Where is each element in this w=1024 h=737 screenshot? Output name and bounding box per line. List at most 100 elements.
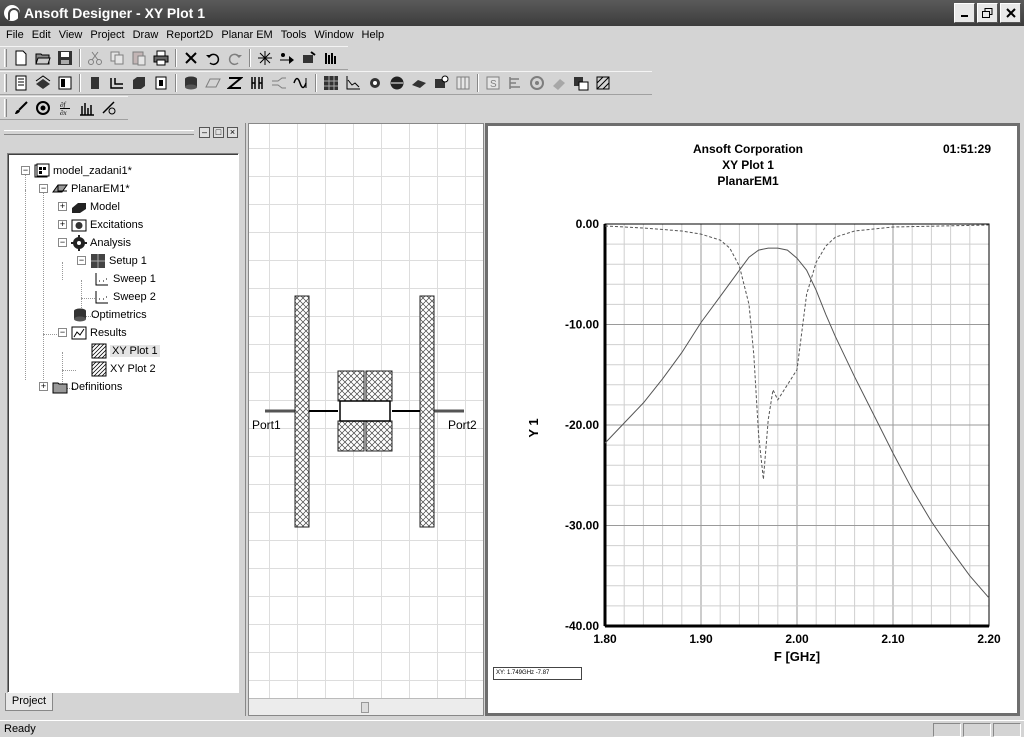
left-resonator[interactable] bbox=[294, 295, 310, 528]
field-button[interactable] bbox=[430, 73, 452, 93]
plot-area[interactable]: Ansoft Corporation XY Plot 1 PlanarEM1 0… bbox=[488, 126, 1017, 713]
tree-item-excitations[interactable]: + Excitations bbox=[53, 216, 143, 234]
collapse-toggle[interactable]: − bbox=[58, 238, 67, 247]
tree-item-analysis[interactable]: − Analysis bbox=[53, 234, 131, 252]
tree-item-project[interactable]: − model_zadani1* bbox=[16, 162, 132, 180]
box-button[interactable] bbox=[128, 73, 150, 93]
taper-button[interactable] bbox=[268, 73, 290, 93]
target-button[interactable] bbox=[526, 73, 548, 93]
menu-tools[interactable]: Tools bbox=[277, 26, 311, 45]
tree-item-results[interactable]: − Results bbox=[53, 324, 127, 342]
report-icon bbox=[15, 75, 27, 91]
cut-button[interactable] bbox=[84, 48, 106, 68]
component-button[interactable] bbox=[84, 73, 106, 93]
circle-tool-button[interactable] bbox=[32, 98, 54, 118]
layout-canvas[interactable]: Port1 Port2 bbox=[249, 124, 484, 700]
tree-item-optimetrics[interactable]: Optimetrics bbox=[72, 306, 147, 324]
delete-button[interactable] bbox=[180, 48, 202, 68]
pad-top-right[interactable] bbox=[365, 370, 393, 402]
copy-button[interactable] bbox=[106, 48, 128, 68]
xy-chart[interactable]: 1.80 1.90 2.00 2.10 2.20 0.00 -10.00 -20.00 -30.… bbox=[488, 126, 1017, 666]
wire-button[interactable] bbox=[106, 73, 128, 93]
analyze-button[interactable] bbox=[298, 48, 320, 68]
print-button[interactable] bbox=[150, 48, 172, 68]
coupled-lines-button[interactable] bbox=[246, 73, 268, 93]
tree-item-design[interactable]: − PlanarEM1* bbox=[34, 180, 130, 198]
cylinder-button[interactable] bbox=[180, 73, 202, 93]
collapse-toggle[interactable]: − bbox=[77, 256, 86, 265]
menu-edit[interactable]: Edit bbox=[28, 26, 55, 45]
analyze-icon bbox=[303, 51, 316, 63]
undo-button[interactable] bbox=[202, 48, 224, 68]
report-button[interactable] bbox=[10, 73, 32, 93]
hatch-button[interactable] bbox=[592, 73, 614, 93]
stackup-button[interactable] bbox=[54, 73, 76, 93]
tree-item-model[interactable]: + Model bbox=[53, 198, 120, 216]
tab-project[interactable]: Project bbox=[5, 693, 53, 711]
tree-item-definitions[interactable]: + Definitions bbox=[34, 378, 122, 396]
right-resonator[interactable] bbox=[419, 295, 435, 528]
panel-minimize-button[interactable]: – bbox=[199, 127, 210, 138]
close-button[interactable] bbox=[1000, 3, 1021, 23]
collapse-toggle[interactable]: − bbox=[39, 184, 48, 193]
tree-item-xy-plot-2[interactable]: XY Plot 2 bbox=[91, 360, 156, 378]
new-button[interactable] bbox=[10, 48, 32, 68]
sinewave-button[interactable] bbox=[290, 73, 312, 93]
menu-report2d[interactable]: Report2D bbox=[162, 26, 217, 45]
histogram-button[interactable] bbox=[76, 98, 98, 118]
table-button[interactable] bbox=[452, 73, 474, 93]
align-button[interactable] bbox=[504, 73, 526, 93]
eraser-button[interactable] bbox=[548, 73, 570, 93]
panel-maximize-button[interactable]: □ bbox=[213, 127, 224, 138]
tree-label-sweep2: Sweep 2 bbox=[113, 291, 156, 303]
via-button[interactable] bbox=[150, 73, 172, 93]
redo-button[interactable] bbox=[224, 48, 246, 68]
pad-bottom-left[interactable] bbox=[337, 420, 365, 452]
xy-plot-button[interactable] bbox=[342, 73, 364, 93]
surface-button[interactable] bbox=[408, 73, 430, 93]
zigzag-button[interactable] bbox=[224, 73, 246, 93]
brush-button[interactable] bbox=[10, 98, 32, 118]
mesh-button[interactable] bbox=[320, 73, 342, 93]
s-param-button[interactable]: S bbox=[482, 73, 504, 93]
layout-horizontal-scrollbar[interactable] bbox=[249, 698, 483, 715]
save-button[interactable] bbox=[54, 48, 76, 68]
smith-chart-button[interactable] bbox=[386, 73, 408, 93]
collapse-toggle[interactable]: − bbox=[21, 166, 30, 175]
menu-planar-em[interactable]: Planar EM bbox=[217, 26, 276, 45]
expand-toggle[interactable]: + bbox=[58, 220, 67, 229]
tree-item-xy-plot-1[interactable]: XY Plot 1 bbox=[91, 342, 160, 360]
menu-window[interactable]: Window bbox=[310, 26, 357, 45]
derivative-button[interactable]: ∂f ∂x bbox=[54, 98, 76, 118]
add-sweep-button[interactable] bbox=[254, 48, 276, 68]
tree-item-sweep1[interactable]: Sweep 1 bbox=[94, 270, 156, 288]
collapse-toggle[interactable]: − bbox=[58, 328, 67, 337]
plane-button[interactable] bbox=[202, 73, 224, 93]
expand-toggle[interactable]: + bbox=[39, 382, 48, 391]
pad-bottom-right[interactable] bbox=[365, 420, 393, 452]
menu-draw[interactable]: Draw bbox=[129, 26, 163, 45]
menu-file[interactable]: File bbox=[2, 26, 28, 45]
export-icon bbox=[574, 77, 589, 91]
results-button[interactable] bbox=[320, 48, 342, 68]
expand-toggle[interactable]: + bbox=[58, 202, 67, 211]
tree-item-sweep2[interactable]: Sweep 2 bbox=[94, 288, 156, 306]
menu-project[interactable]: Project bbox=[86, 26, 128, 45]
menu-help[interactable]: Help bbox=[358, 26, 389, 45]
open-button[interactable] bbox=[32, 48, 54, 68]
gear-plot-button[interactable] bbox=[364, 73, 386, 93]
pad-top-left[interactable] bbox=[337, 370, 365, 402]
panel-close-button[interactable]: × bbox=[227, 127, 238, 138]
add-port-button[interactable] bbox=[276, 48, 298, 68]
tune-button[interactable] bbox=[98, 98, 120, 118]
paste-button[interactable] bbox=[128, 48, 150, 68]
layers-button[interactable] bbox=[32, 73, 54, 93]
layout-view[interactable]: Port1 Port2 bbox=[248, 123, 484, 716]
restore-button[interactable] bbox=[977, 3, 998, 23]
minimize-button[interactable] bbox=[954, 3, 975, 23]
tree-item-setup[interactable]: − Setup 1 bbox=[72, 252, 147, 270]
menu-view[interactable]: View bbox=[55, 26, 87, 45]
scrollbar-thumb[interactable] bbox=[361, 702, 369, 713]
center-gap[interactable] bbox=[339, 400, 391, 422]
export-button[interactable] bbox=[570, 73, 592, 93]
